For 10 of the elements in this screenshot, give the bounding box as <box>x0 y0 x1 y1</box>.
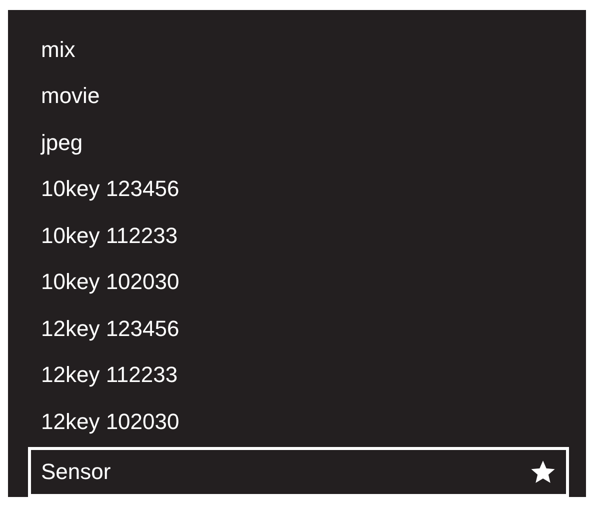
menu-item[interactable]: jpeg <box>28 119 569 166</box>
menu-item[interactable]: 12key 102030 <box>28 398 569 444</box>
menu-item[interactable]: 10key 102030 <box>28 258 569 305</box>
menu-item[interactable]: Sensor <box>28 446 569 496</box>
menu-item[interactable]: 12key 123456 <box>28 305 569 352</box>
menu-item[interactable]: 10key 112233 <box>28 212 569 258</box>
menu-item[interactable]: 10key 123456 <box>28 166 569 212</box>
menu-item[interactable]: movie <box>28 72 569 119</box>
menu-item[interactable]: 12key 112233 <box>28 352 569 398</box>
menu-item[interactable]: mix <box>28 26 569 72</box>
